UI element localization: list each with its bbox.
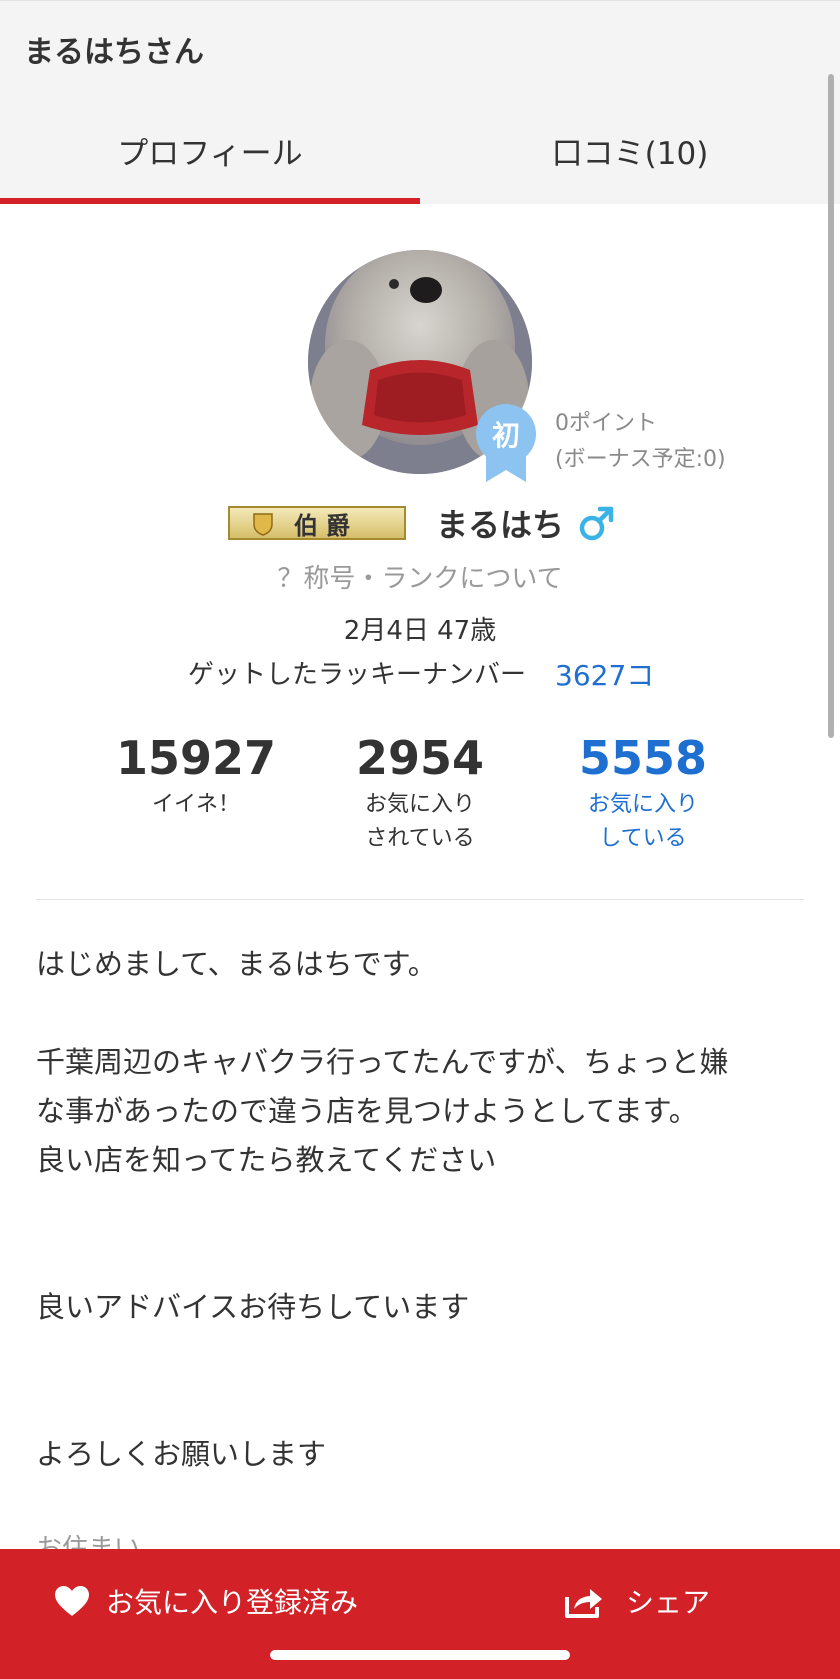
bio-text: はじめまして、まるはちです。 千葉周辺のキャバクラ行ってたんですが、ちょっと嫌 … [36,940,806,1479]
rank-badge-label: 初 [492,419,520,452]
lucky-number-value[interactable]: 3627コ [555,654,654,694]
favorite-label: お気に入り登録済み [106,1586,359,1619]
bio-line [36,1185,806,1234]
points-value: 0ポイント [555,411,657,436]
favoriting-stat[interactable]: 5558 お気に入り している [543,728,743,856]
bio-line: 良いアドバイスお待ちしています [36,1290,470,1324]
rank-info-link[interactable]: ？称号・ランクについて [0,558,840,595]
likes-count: 15927 [115,731,277,785]
title-badge-label: 伯爵 [294,511,358,540]
bonus-value: (ボーナス予定:0) [555,447,726,472]
favorited-by-label-1: お気に入り [364,792,475,817]
points-info: 0ポイント (ボーナス予定:0) [555,406,726,478]
bio-line: はじめまして、まるはちです。 [36,947,437,981]
likes-label: イイネ！ [151,792,240,817]
birthday-age: 2月4日 47歳 [343,616,497,646]
tab-profile[interactable]: プロフィール [0,96,420,204]
favoriting-label-2: している [599,826,687,851]
title-badge: 伯爵 [228,506,406,540]
favorited-by-label-2: されている [365,826,475,851]
header: まるはちさん [0,0,840,96]
page-title: まるはちさん [24,35,204,70]
male-icon [579,506,614,541]
share-button[interactable]: シェア [564,1577,710,1625]
favorite-button[interactable]: お気に入り登録済み [54,1579,358,1623]
likes-stat: 15927 イイネ！ [96,728,296,822]
bio-line [36,1332,806,1381]
rank-badge-icon: 初 [476,404,536,482]
bio-line: よろしくお願いします [36,1437,327,1471]
share-icon [565,1589,602,1618]
home-indicator[interactable] [270,1650,570,1660]
share-label: シェア [626,1586,711,1619]
bio-line: な事があったので違う店を見つけようとしてます。 [36,1094,698,1128]
favoriting-count: 5558 [578,731,708,785]
favoriting-label-1: お気に入り [587,792,698,817]
tab-reviews[interactable]: 口コミ(10) [420,96,840,204]
bio-line [36,989,806,1038]
profile-page: まるはちさん プロフィール 口コミ(10) 初 0ポイント (ボーナス予定:0)… [0,0,840,1679]
shield-icon [253,513,273,536]
heart-icon [55,1586,89,1616]
bio-line: 千葉周辺のキャバクラ行ってたんですが、ちょっと嫌 [36,1045,729,1079]
bio-line [36,1234,806,1283]
divider [36,899,804,900]
bio-line [36,1381,806,1430]
bio-line: 良い店を知ってたら教えてください [36,1143,497,1177]
tab-bar: プロフィール 口コミ(10) [0,96,840,204]
lucky-number-label: ゲットしたラッキーナンバー [188,660,527,690]
username: まるはち [436,506,565,544]
favorited-by-count: 2954 [355,731,485,785]
favorited-by-stat: 2954 お気に入り されている [320,728,520,856]
